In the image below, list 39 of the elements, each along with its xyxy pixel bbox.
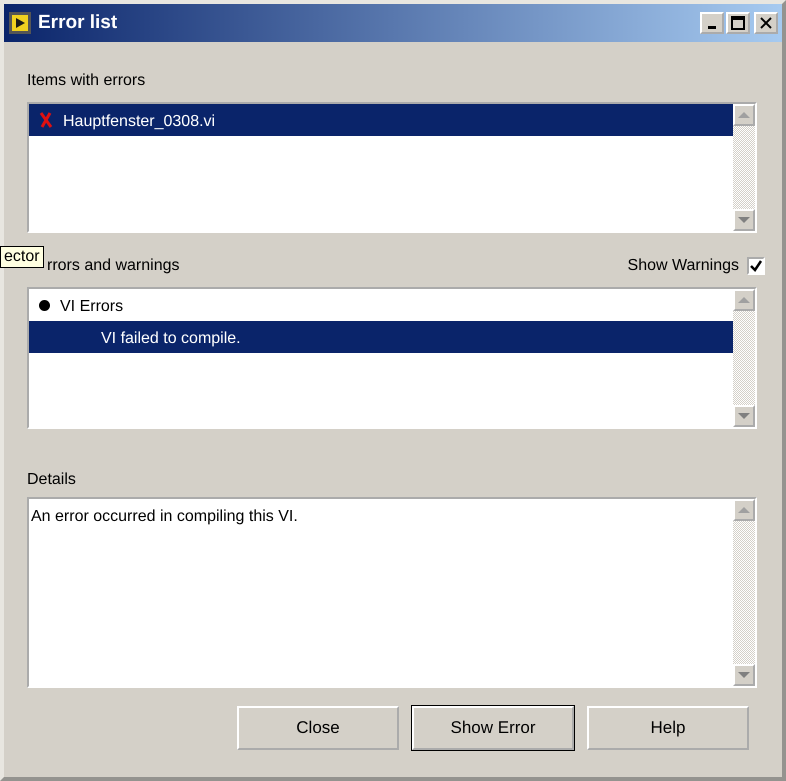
- section-label: Details: [27, 470, 77, 490]
- scroll-up-button[interactable]: [733, 499, 755, 521]
- scrollbar[interactable]: [733, 104, 755, 231]
- app-icon: [8, 11, 32, 35]
- scroll-down-button[interactable]: [733, 405, 755, 427]
- list-item[interactable]: VI Errors: [29, 289, 733, 321]
- scroll-down-button[interactable]: [733, 209, 755, 231]
- dialog-button[interactable]: Close: [237, 706, 399, 750]
- scroll-up-button[interactable]: [733, 104, 755, 126]
- up-arrow-icon: [738, 297, 750, 303]
- maximize-button[interactable]: [726, 12, 750, 34]
- down-arrow-icon: [738, 413, 750, 419]
- error-x-icon: [39, 112, 53, 128]
- dialog-button[interactable]: Help: [587, 706, 749, 750]
- dialog-button[interactable]: Show Error: [412, 706, 574, 750]
- up-arrow-icon: [738, 507, 750, 513]
- scrollbar[interactable]: [733, 499, 755, 686]
- scroll-up-button[interactable]: [733, 289, 755, 311]
- show-warnings-checkbox[interactable]: [747, 257, 765, 275]
- maximize-icon: [731, 16, 745, 30]
- checkbox-label: Show Warnings: [628, 256, 739, 276]
- list-item[interactable]: Hauptfenster_0308.vi: [29, 104, 733, 136]
- minimize-button[interactable]: [700, 12, 724, 34]
- up-arrow-icon: [738, 112, 750, 118]
- scrollbar[interactable]: [733, 289, 755, 427]
- minimize-icon: [708, 26, 716, 29]
- section-label: Items with errors: [27, 71, 146, 91]
- scroll-down-button[interactable]: [733, 664, 755, 686]
- list-item[interactable]: VI failed to compile.: [29, 321, 733, 353]
- bullet-icon: [39, 300, 50, 310]
- down-arrow-icon: [738, 217, 750, 223]
- tooltip: ector: [0, 246, 44, 268]
- close-button[interactable]: [754, 12, 778, 34]
- check-icon: [749, 259, 763, 273]
- down-arrow-icon: [738, 672, 750, 678]
- window-title: Error list: [38, 12, 118, 34]
- details-text-area[interactable]: An error occurred in compiling this VI.: [27, 497, 757, 688]
- section-label: rrors and warnings: [47, 256, 180, 276]
- close-icon: [760, 17, 772, 29]
